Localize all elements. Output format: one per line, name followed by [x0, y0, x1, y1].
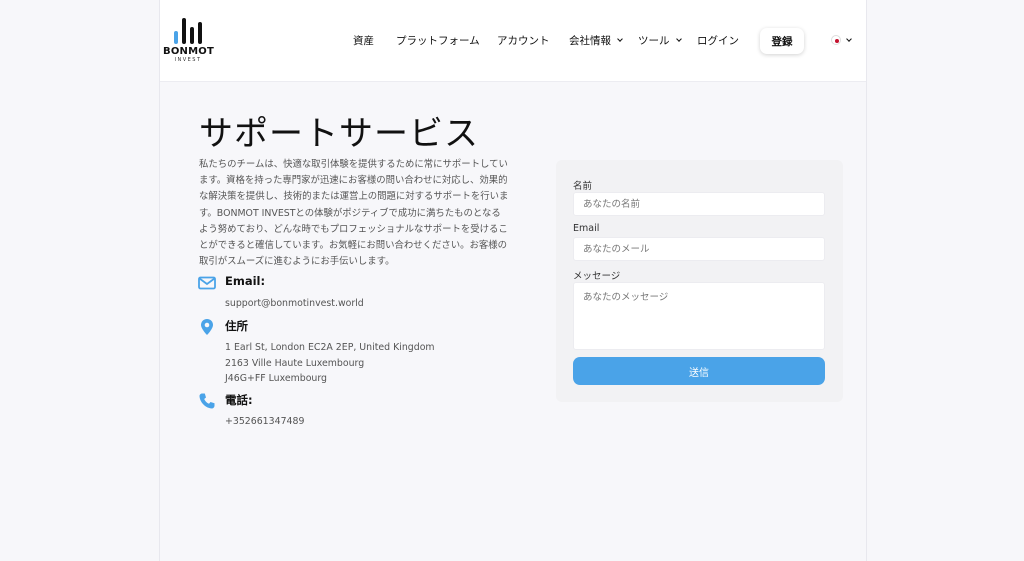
nav-account-label: アカウント [497, 35, 550, 47]
nav-login[interactable]: ログイン [697, 33, 739, 48]
address-line: 1 Earl St, London EC2A 2EP, United Kingd… [225, 342, 435, 353]
header-left-gutter [0, 0, 160, 82]
nav-tools-label: ツール [638, 35, 670, 47]
intro-paragraph: 私たちのチームは、快適な取引体験を提供するために常にサポートしています。資格を持… [199, 159, 509, 268]
language-selector[interactable] [831, 35, 852, 45]
nav-platform-label: プラットフォーム [396, 35, 480, 47]
email-label: Email: [225, 274, 266, 288]
nav-login-label: ログイン [697, 35, 739, 47]
address-lines: 1 Earl St, London EC2A 2EP, United Kingd… [225, 340, 435, 387]
header-right-gutter [866, 0, 1024, 82]
chevron-down-icon [617, 36, 623, 42]
envelope-icon [198, 276, 216, 290]
submit-button[interactable]: 送信 [573, 357, 825, 385]
register-button[interactable]: 登録 [760, 28, 804, 54]
nav-company-info[interactable]: 会社情報 [569, 33, 623, 48]
nav-account[interactable]: アカウント [497, 33, 550, 48]
brand-logo[interactable]: BONMOT INVEST [163, 18, 214, 64]
phone-value[interactable]: +352661347489 [225, 414, 304, 430]
nav-platform[interactable]: プラットフォーム [396, 33, 480, 48]
message-textarea[interactable] [573, 282, 825, 350]
email-input[interactable] [573, 237, 825, 261]
nav-tools[interactable]: ツール [638, 33, 682, 48]
nav-assets[interactable]: 資産 [353, 33, 374, 48]
chevron-down-icon [846, 35, 852, 42]
location-pin-icon [201, 319, 213, 335]
phone-label: 電話: [225, 393, 253, 407]
email-field-label: Email [573, 223, 600, 234]
nav-assets-label: 資産 [353, 35, 374, 47]
japan-flag-icon [831, 35, 841, 45]
name-input[interactable] [573, 192, 825, 216]
name-label: 名前 [573, 181, 593, 192]
message-label: メッセージ [573, 271, 621, 282]
email-value[interactable]: support@bonmotinvest.world [225, 296, 364, 312]
site-header: BONMOT INVEST 資産 プラットフォーム アカウント 会社情報 ツール… [0, 0, 1024, 82]
contact-form: 名前 Email メッセージ 送信 [556, 160, 843, 402]
address-line: 2163 Ville Haute Luxembourg [225, 357, 365, 369]
page-title: サポートサービス [199, 114, 479, 154]
address-line: J46G+FF Luxembourg [225, 373, 328, 384]
nav-company-info-label: 会社情報 [569, 35, 611, 47]
address-label: 住所 [225, 319, 248, 333]
logo-bars-icon [174, 18, 202, 44]
chevron-down-icon [675, 36, 682, 42]
left-gutter-line [159, 0, 160, 561]
right-gutter-line [866, 0, 867, 561]
logo-subtitle: INVEST [174, 57, 202, 63]
phone-icon [199, 393, 215, 409]
logo-name: BONMOT [163, 46, 214, 57]
